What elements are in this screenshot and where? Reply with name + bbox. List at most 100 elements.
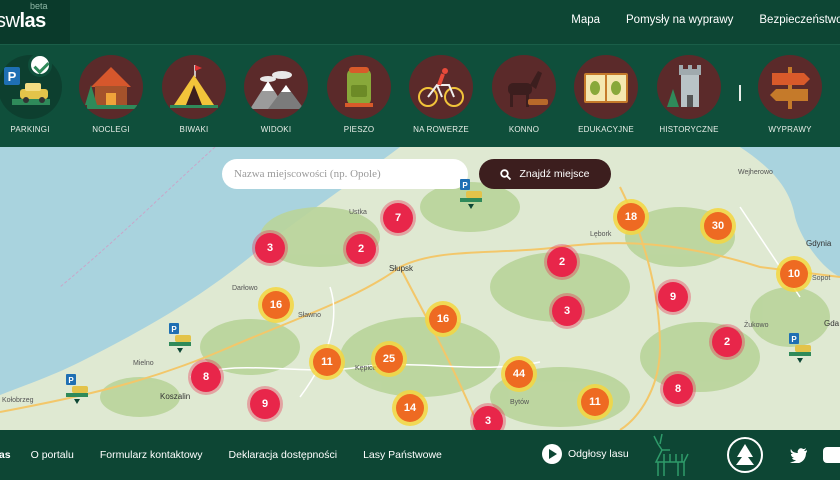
top-navigation-bar: beta swlas Mapa Pomysły na wyprawy Bezpi… bbox=[0, 0, 840, 44]
parking-pin[interactable]: P bbox=[167, 323, 191, 353]
cabin-icon bbox=[79, 55, 143, 119]
map-cluster[interactable]: 14 bbox=[396, 394, 424, 422]
map-cluster[interactable]: 7 bbox=[383, 203, 413, 233]
find-place-label: Znajdź miejsce bbox=[519, 168, 590, 180]
category-parkingi[interactable]: P PARKINGI bbox=[0, 53, 70, 134]
category-na-rowerze[interactable]: NA ROWERZE bbox=[401, 55, 481, 134]
parking-pin[interactable]: P bbox=[458, 179, 482, 209]
lasy-panstwowe-logo[interactable] bbox=[727, 437, 763, 473]
signpost-icon bbox=[758, 55, 822, 119]
site-logo[interactable]: swlas bbox=[0, 10, 46, 33]
find-place-button[interactable]: Znajdź miejsce bbox=[479, 159, 611, 189]
parking-pin-icon: P bbox=[460, 179, 482, 209]
tent-icon bbox=[162, 55, 226, 119]
map-cluster[interactable]: 9 bbox=[250, 389, 280, 419]
twitter-icon[interactable] bbox=[790, 448, 808, 463]
category-widoki[interactable]: WIDOKI bbox=[236, 55, 316, 134]
parking-pin[interactable]: P bbox=[64, 374, 88, 404]
town-label: Słupsk bbox=[389, 264, 414, 273]
map-cluster[interactable]: 16 bbox=[429, 305, 457, 333]
map-cluster[interactable]: 18 bbox=[617, 203, 645, 231]
deer-icon bbox=[653, 433, 689, 476]
map-cluster[interactable]: 8 bbox=[191, 362, 221, 392]
category-pieszo[interactable]: PIESZO bbox=[319, 55, 399, 134]
category-konno[interactable]: KONNO bbox=[484, 55, 564, 134]
nav-link-safety[interactable]: Bezpieczeństwo w bbox=[759, 14, 840, 26]
town-label: Koszalin bbox=[160, 392, 191, 401]
footer-link-about[interactable]: O portalu bbox=[31, 449, 74, 461]
category-noclegi[interactable]: NOCLEGI bbox=[71, 55, 151, 134]
selected-check-icon bbox=[28, 53, 52, 77]
town-label: Kołobrzeg bbox=[2, 397, 34, 404]
location-search: Znajdź miejsce bbox=[222, 159, 612, 189]
svg-text:P: P bbox=[171, 325, 177, 334]
search-icon bbox=[500, 168, 512, 180]
svg-text:P: P bbox=[791, 335, 797, 344]
map-cluster[interactable]: 9 bbox=[658, 282, 688, 312]
svg-text:P: P bbox=[8, 69, 17, 84]
footer-link-accessibility[interactable]: Deklaracja dostępności bbox=[229, 449, 338, 461]
map-view[interactable]: Znajdź miejsce Ustka Słupsk Lębork Wejhe… bbox=[0, 147, 840, 430]
town-label: Gda bbox=[824, 319, 840, 328]
town-label: Lębork bbox=[590, 231, 612, 238]
map-cluster[interactable]: 8 bbox=[663, 374, 693, 404]
nav-link-mapa[interactable]: Mapa bbox=[571, 14, 600, 26]
category-divider bbox=[739, 85, 741, 101]
logo-box[interactable]: beta swlas bbox=[0, 0, 70, 44]
town-label: Żukowo bbox=[744, 322, 769, 329]
main-nav: Mapa Pomysły na wyprawy Bezpieczeństwo w bbox=[571, 14, 840, 26]
town-label: Sopot bbox=[812, 275, 831, 282]
app-root: beta swlas Mapa Pomysły na wyprawy Bezpi… bbox=[0, 0, 840, 480]
map-cluster[interactable]: 44 bbox=[505, 360, 533, 388]
mountains-icon bbox=[244, 55, 308, 119]
book-icon bbox=[574, 55, 638, 119]
map-cluster[interactable]: 10 bbox=[780, 260, 808, 288]
bicycle-icon bbox=[409, 55, 473, 119]
footer-link-lasy-panstwowe[interactable]: Lasy Państwowe bbox=[363, 449, 442, 461]
category-edukacyjne[interactable]: EDUKACYJNE bbox=[566, 55, 646, 134]
map-cluster[interactable]: 11 bbox=[313, 348, 341, 376]
tree-emblem-icon bbox=[736, 444, 754, 465]
town-label: Gdynia bbox=[806, 239, 832, 248]
map-cluster[interactable]: 2 bbox=[547, 247, 577, 277]
category-biwaki[interactable]: BIWAKI bbox=[154, 55, 234, 134]
town-label: Sławno bbox=[298, 312, 321, 319]
map-cluster[interactable]: 30 bbox=[704, 212, 732, 240]
category-historyczne[interactable]: HISTORYCZNE bbox=[649, 55, 729, 134]
tower-icon bbox=[657, 55, 721, 119]
map-cluster[interactable]: 2 bbox=[346, 234, 376, 264]
horse-icon bbox=[492, 55, 556, 119]
map-cluster[interactable]: 3 bbox=[473, 406, 503, 430]
map-cluster[interactable]: 2 bbox=[712, 327, 742, 357]
category-label: KONNO bbox=[508, 125, 540, 134]
backpack-icon bbox=[327, 55, 391, 119]
category-label: WIDOKI bbox=[260, 125, 292, 134]
youtube-icon[interactable] bbox=[823, 447, 840, 463]
map-background bbox=[0, 147, 840, 430]
map-cluster[interactable]: 25 bbox=[375, 345, 403, 373]
town-label: Darłowo bbox=[232, 285, 258, 292]
category-wyprawy[interactable]: WYPRAWY bbox=[750, 55, 830, 134]
map-cluster[interactable]: 3 bbox=[552, 296, 582, 326]
town-label: Bytów bbox=[510, 399, 530, 406]
footer-links: las O portalu Formularz kontaktowy Dekla… bbox=[0, 449, 468, 461]
map-cluster[interactable]: 3 bbox=[255, 233, 285, 263]
town-label: Kępice bbox=[355, 365, 377, 372]
map-cluster[interactable]: 11 bbox=[581, 388, 609, 416]
svg-text:P: P bbox=[462, 181, 468, 190]
forest-sounds-button[interactable]: Odgłosy lasu bbox=[542, 444, 629, 464]
parking-pin-icon: P bbox=[66, 374, 88, 404]
footer-link-contact-form[interactable]: Formularz kontaktowy bbox=[100, 449, 203, 461]
parking-pin[interactable]: P bbox=[787, 333, 811, 363]
category-label: HISTORYCZNE bbox=[659, 125, 719, 134]
category-label: PARKINGI bbox=[10, 125, 50, 134]
town-label: Mielno bbox=[133, 360, 154, 367]
logo-prefix: sw bbox=[0, 10, 20, 32]
nav-link-ideas[interactable]: Pomysły na wyprawy bbox=[626, 14, 733, 26]
map-cluster[interactable]: 16 bbox=[262, 291, 290, 319]
footer: las O portalu Formularz kontaktowy Dekla… bbox=[0, 430, 840, 480]
footer-logo-text[interactable]: las bbox=[0, 449, 11, 461]
location-search-input[interactable] bbox=[222, 159, 468, 189]
category-label: BIWAKI bbox=[179, 125, 209, 134]
category-bar: P PARKINGI NOCLEGI BIWAKI WIDOKI PIESZO … bbox=[0, 44, 840, 147]
